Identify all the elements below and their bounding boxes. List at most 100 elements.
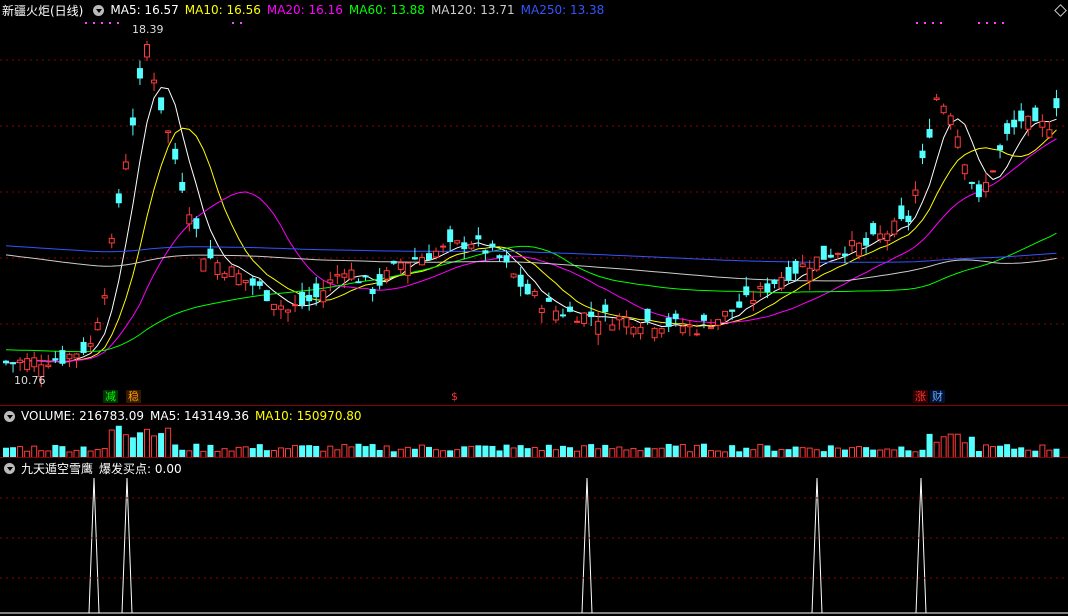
candle bbox=[45, 364, 52, 368]
candle bbox=[52, 358, 59, 361]
candle bbox=[792, 260, 799, 274]
indicator-chart bbox=[0, 477, 1068, 614]
high-price-label: 18.39 bbox=[132, 23, 164, 36]
candle bbox=[299, 291, 306, 306]
volume-bar bbox=[193, 443, 200, 458]
candle bbox=[151, 79, 158, 84]
candle bbox=[891, 220, 898, 235]
candle bbox=[665, 317, 672, 327]
ma10-line bbox=[5, 127, 1057, 364]
signal-dollar: $ bbox=[451, 390, 458, 403]
candle bbox=[242, 279, 249, 284]
indicator-settings-dropdown-icon[interactable] bbox=[4, 462, 15, 474]
candle bbox=[771, 279, 778, 284]
volume-bar bbox=[369, 444, 376, 458]
candle bbox=[447, 229, 454, 243]
price-legend: 新疆火炬(日线) MA5: 16.57 MA10: 16.56 MA20: 16… bbox=[0, 2, 610, 18]
candle bbox=[136, 68, 143, 79]
candle bbox=[870, 223, 877, 235]
volume-bar bbox=[122, 434, 129, 458]
candle bbox=[263, 290, 270, 302]
signal-dot bbox=[924, 22, 926, 24]
ma-settings-dropdown-icon[interactable] bbox=[93, 4, 105, 16]
candle bbox=[355, 281, 362, 284]
volume-pane[interactable]: VOLUME: 216783.09 MA5: 143149.36 MA10: 1… bbox=[0, 405, 1068, 458]
volume-bar bbox=[940, 436, 947, 458]
candle bbox=[320, 290, 327, 303]
candle bbox=[637, 326, 644, 335]
candle bbox=[468, 243, 475, 249]
candle bbox=[426, 253, 432, 261]
ma60-line bbox=[5, 232, 1057, 353]
signal-dot bbox=[940, 22, 942, 24]
candle bbox=[877, 233, 884, 240]
candle bbox=[806, 267, 813, 282]
volume-bar bbox=[108, 429, 115, 458]
candle bbox=[517, 274, 524, 287]
candle bbox=[172, 148, 179, 160]
candle bbox=[708, 326, 714, 330]
signal-stable: 稳 bbox=[126, 390, 141, 403]
volume-bar bbox=[933, 441, 940, 458]
volume-bar bbox=[1004, 444, 1011, 458]
candle bbox=[418, 257, 425, 266]
candle bbox=[24, 358, 31, 371]
candle bbox=[524, 283, 531, 295]
candle bbox=[1011, 119, 1018, 128]
candle bbox=[651, 327, 658, 339]
volume-bar bbox=[165, 427, 172, 458]
candle bbox=[715, 319, 722, 326]
signal-dot bbox=[932, 22, 934, 24]
candle bbox=[609, 324, 616, 331]
ma250-label: MA250: 13.38 bbox=[520, 3, 605, 17]
candle bbox=[510, 273, 517, 278]
volume-bar bbox=[679, 444, 686, 458]
signal-rise: 涨 bbox=[913, 390, 928, 403]
candle bbox=[306, 294, 313, 302]
candle bbox=[327, 279, 334, 284]
candle bbox=[348, 269, 355, 280]
candle bbox=[94, 322, 101, 331]
candle bbox=[975, 184, 982, 198]
indicator-pane[interactable]: 九天遁空雪鹰 爆发买点: 0.00 bbox=[0, 457, 1068, 616]
signal-dot bbox=[109, 22, 111, 24]
volume-bar bbox=[144, 428, 150, 458]
candle bbox=[595, 320, 602, 335]
candle bbox=[834, 252, 841, 255]
candle bbox=[362, 275, 369, 278]
price-chart-pane[interactable]: 新疆火炬(日线) MA5: 16.57 MA10: 16.56 MA20: 16… bbox=[0, 0, 1068, 405]
candle bbox=[982, 181, 989, 193]
volume-bar bbox=[954, 433, 961, 458]
volume-settings-dropdown-icon[interactable] bbox=[4, 410, 15, 422]
candle bbox=[59, 350, 66, 364]
candle bbox=[574, 320, 581, 323]
candle bbox=[334, 274, 341, 277]
ma120-line bbox=[5, 254, 1057, 282]
candle bbox=[567, 306, 573, 312]
indicator-legend: 九天遁空雪鹰 爆发买点: 0.00 bbox=[0, 460, 188, 476]
candle bbox=[496, 255, 503, 258]
candle bbox=[369, 288, 376, 295]
signal-dot bbox=[994, 22, 996, 24]
candle bbox=[1004, 123, 1011, 134]
candle bbox=[87, 343, 94, 347]
candle bbox=[397, 262, 404, 270]
candle bbox=[658, 328, 665, 334]
candle bbox=[461, 242, 468, 250]
candle bbox=[158, 97, 165, 111]
candle bbox=[672, 313, 679, 320]
candle bbox=[743, 286, 750, 296]
candle bbox=[827, 254, 834, 258]
indicator-value: 爆发买点: 0.00 bbox=[99, 461, 182, 476]
candle bbox=[108, 237, 115, 244]
volume-bar bbox=[256, 444, 263, 458]
low-price-label: 10.76 bbox=[14, 374, 46, 387]
candlestick-chart bbox=[0, 22, 1068, 388]
ma60-label: MA60: 13.88 bbox=[348, 3, 425, 17]
candle bbox=[235, 273, 242, 286]
candle bbox=[778, 277, 785, 289]
candle bbox=[947, 115, 954, 126]
candle bbox=[31, 357, 38, 368]
candle bbox=[214, 262, 221, 275]
candle bbox=[1032, 107, 1039, 122]
